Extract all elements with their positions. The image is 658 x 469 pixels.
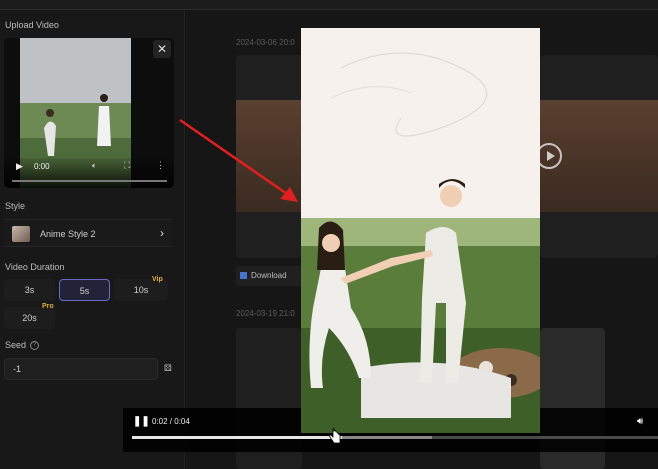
download-button[interactable]: Download [236, 266, 302, 286]
seed-input[interactable]: -1 [4, 358, 158, 380]
style-selector[interactable]: Anime Style 2 › [4, 219, 172, 247]
download-label: Download [251, 271, 287, 280]
seekbar-progress [132, 436, 342, 439]
pro-badge: Pro [42, 303, 54, 310]
player-time: 0:02 / 0:04 [152, 417, 190, 426]
style-value: Anime Style 2 [40, 229, 96, 239]
duration-3s-button[interactable]: 3s [4, 279, 55, 301]
download-icon [240, 272, 247, 280]
hand-cursor-icon [329, 428, 341, 444]
sidebar: Upload Video ✕ ▶ 0:00 🔈︎ ⛶ ⋮ Style Anime… [0, 10, 185, 469]
vip-badge: Vip [152, 276, 163, 283]
player-seekbar[interactable] [132, 436, 658, 439]
close-icon[interactable]: ✕ [153, 40, 171, 58]
history-card-left[interactable] [236, 55, 302, 258]
volume-icon[interactable]: 🔊︎ [637, 416, 643, 427]
fullscreen-icon[interactable]: ⛶ [124, 160, 130, 171]
dice-icon[interactable]: ⚄ [164, 363, 174, 373]
history-date-1: 2024-03-06 20:0 [236, 38, 295, 47]
anime-video-frame [301, 28, 540, 433]
more-icon[interactable]: ⋮ [156, 160, 165, 171]
style-thumbnail [12, 226, 30, 242]
mini-player-time: 0:00 [34, 162, 50, 171]
uploaded-video-card[interactable]: ✕ ▶ 0:00 🔈︎ ⛶ ⋮ [4, 38, 174, 188]
mini-player-controls: ▶ 0:00 🔈︎ ⛶ ⋮ [4, 158, 174, 188]
duration-20s-button[interactable]: 20s [4, 307, 55, 329]
style-label: Style [5, 201, 26, 211]
seed-label-row: Seed? [5, 340, 40, 351]
top-bar [0, 0, 658, 10]
seed-label: Seed [5, 340, 27, 350]
generated-video[interactable] [301, 28, 540, 433]
mini-player-seekbar[interactable] [12, 180, 167, 182]
help-icon[interactable]: ? [30, 341, 40, 351]
upload-video-label: Upload Video [5, 20, 59, 30]
video-duration-label: Video Duration [5, 262, 65, 272]
pause-icon[interactable]: ❚❚ [133, 416, 150, 427]
history-date-2: 2024-03-19 21:0 [236, 309, 295, 318]
play-icon[interactable]: ▶ [16, 161, 23, 172]
chevron-right-icon: › [160, 226, 164, 240]
volume-icon[interactable]: 🔈︎ [92, 161, 97, 171]
duration-5s-button[interactable]: 5s [59, 279, 110, 301]
